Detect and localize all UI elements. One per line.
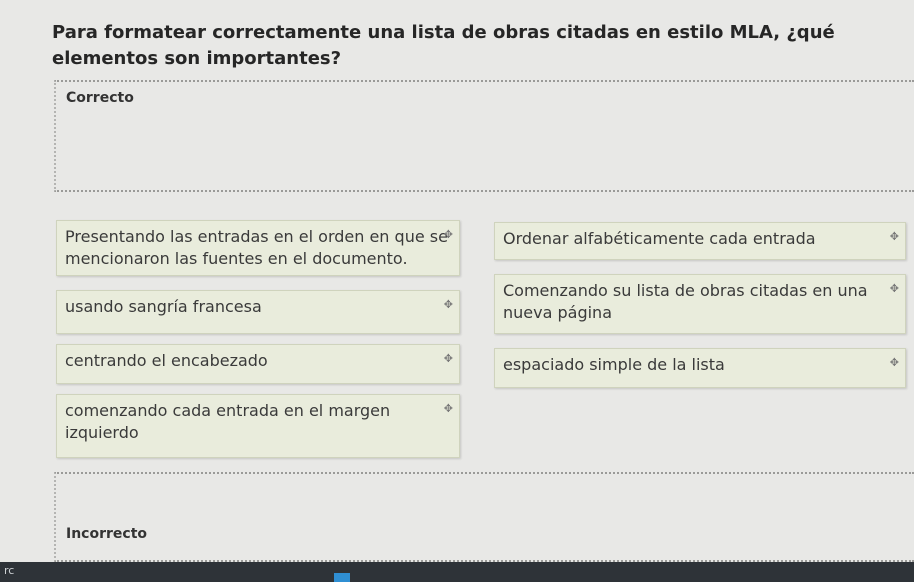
move-icon: ✥ (443, 402, 453, 415)
move-icon: ✥ (443, 352, 453, 365)
move-icon: ✥ (443, 298, 453, 311)
answer-card-text: usando sangría francesa (65, 297, 262, 316)
drop-zone-incorrect[interactable]: Incorrecto (54, 472, 914, 562)
answer-card-text: Presentando las entradas en el orden en … (65, 227, 448, 268)
answer-card-text: Comenzando su lista de obras citadas en … (503, 281, 868, 322)
answer-card[interactable]: usando sangría francesa ✥ (56, 290, 460, 334)
zone-label-incorrect: Incorrecto (66, 526, 148, 542)
answer-card-text: espaciado simple de la lista (503, 355, 725, 374)
answer-card[interactable]: Presentando las entradas en el orden en … (56, 220, 460, 276)
move-icon: ✥ (889, 230, 899, 243)
answer-card-text: centrando el encabezado (65, 351, 268, 370)
taskbar-app-icon[interactable] (334, 573, 350, 582)
drop-zone-correct[interactable]: Correcto (54, 80, 914, 192)
zone-label-correct: Correcto (66, 90, 134, 106)
answer-card[interactable]: Comenzando su lista de obras citadas en … (494, 274, 906, 334)
answer-card-text: Ordenar alfabéticamente cada entrada (503, 229, 816, 248)
answer-card[interactable]: centrando el encabezado ✥ (56, 344, 460, 384)
answer-card-text: comenzando cada entrada en el margen izq… (65, 401, 391, 442)
answer-card[interactable]: comenzando cada entrada en el margen izq… (56, 394, 460, 458)
move-icon: ✥ (889, 282, 899, 295)
answer-card[interactable]: espaciado simple de la lista ✥ (494, 348, 906, 388)
taskbar-text: rc (4, 564, 15, 577)
question-text: Para formatear correctamente una lista d… (52, 22, 835, 69)
bottom-taskbar: rc (0, 562, 914, 582)
move-icon: ✥ (443, 228, 453, 241)
answer-card[interactable]: Ordenar alfabéticamente cada entrada ✥ (494, 222, 906, 260)
move-icon: ✥ (889, 356, 899, 369)
